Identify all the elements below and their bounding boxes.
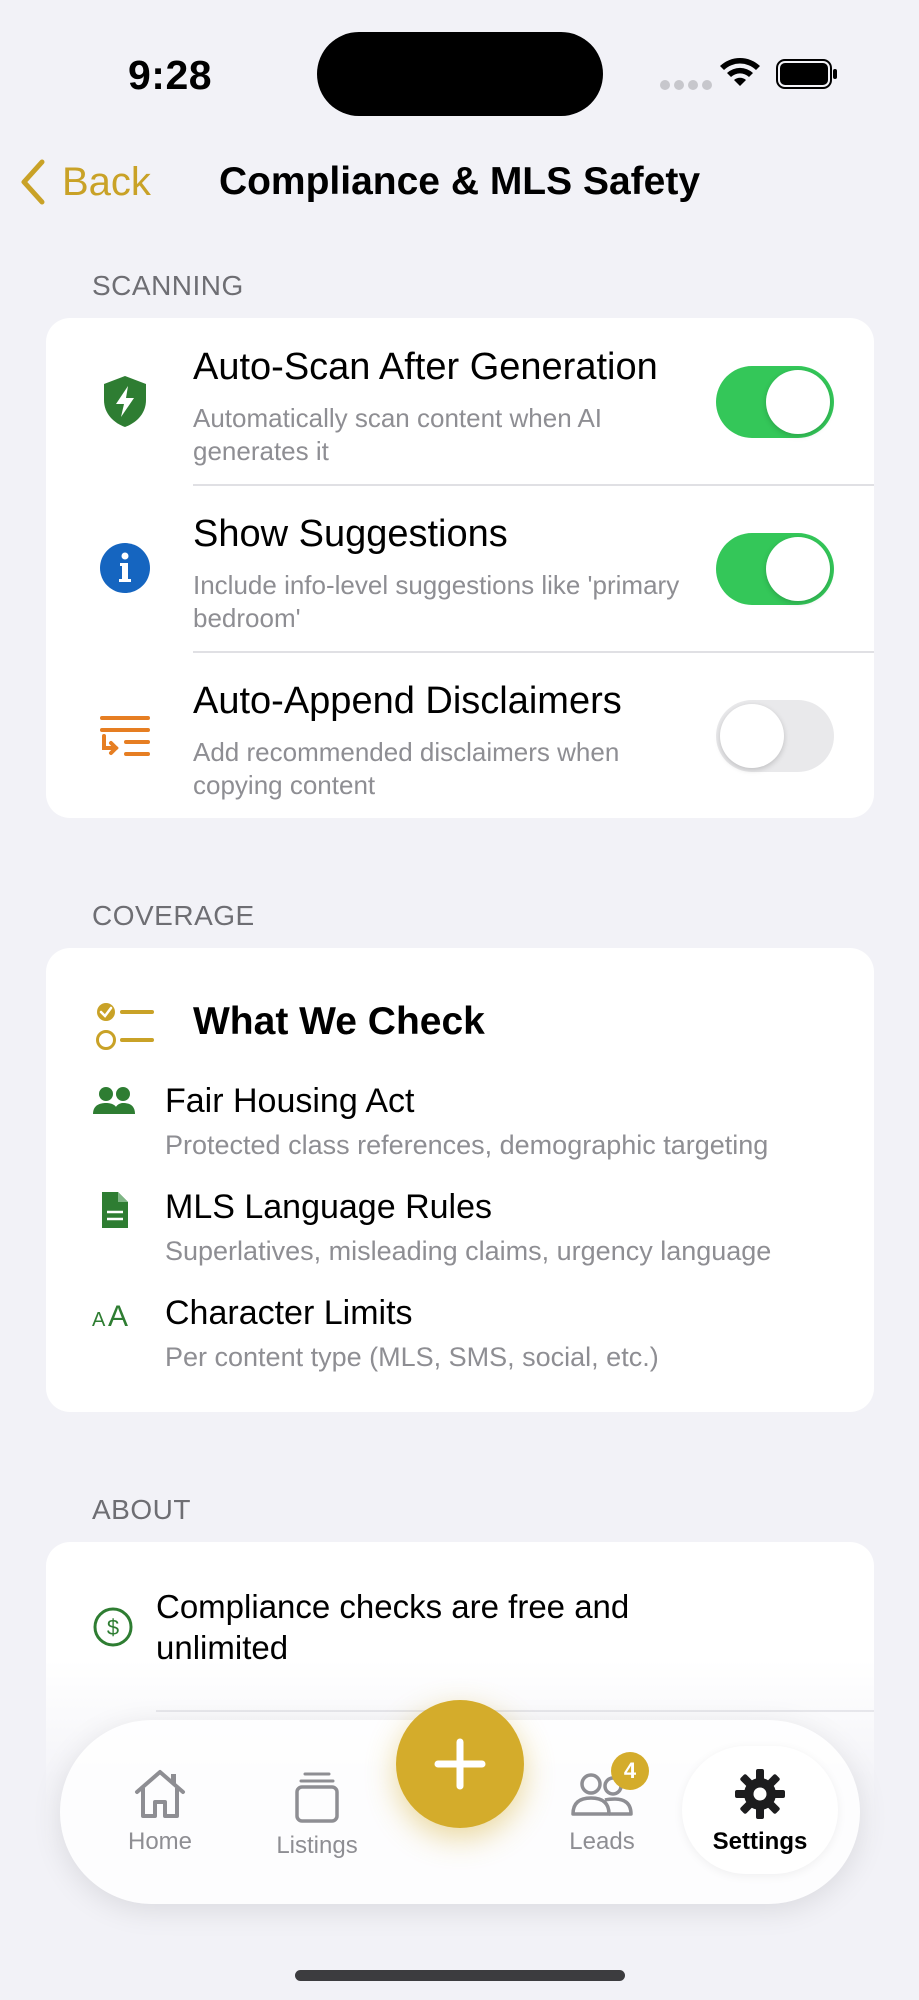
tab-label: Home: [127, 1828, 193, 1855]
setting-title: Show Suggestions: [193, 513, 508, 555]
section-label-coverage: COVERAGE: [92, 900, 255, 931]
setting-title: Auto-Scan After Generation: [193, 346, 658, 388]
home-indicator: [295, 1970, 625, 1981]
stack-icon: [295, 1772, 339, 1823]
svg-text:A: A: [92, 1309, 106, 1331]
checklist-icon: [96, 1003, 154, 1050]
coverage-item-subtitle: Protected class references, demographic …: [165, 1130, 769, 1160]
coverage-heading: What We Check: [193, 1000, 485, 1043]
coverage-card: What We Check Fair Housing Act Protected…: [46, 948, 874, 1412]
dollar-circle-icon: $: [93, 1607, 133, 1647]
status-time: 9:28: [128, 52, 213, 98]
text-size-icon: A A: [92, 1300, 128, 1333]
tab-label: Settings: [712, 1828, 808, 1855]
scanning-card: Auto-Scan After Generation Automatically…: [46, 318, 874, 818]
setting-row-show-suggestions: Show Suggestions Include info-level sugg…: [46, 485, 874, 652]
toggle-knob: [766, 370, 830, 434]
coverage-item-fair-housing: Fair Housing Act Protected class referen…: [46, 1078, 874, 1178]
create-button[interactable]: [396, 1700, 524, 1828]
coverage-item-title: Character Limits: [165, 1294, 413, 1332]
plus-icon: [434, 1738, 486, 1790]
setting-row-auto-append: Auto-Append Disclaimers Add recommended …: [46, 652, 874, 819]
status-bar: 9:28: [0, 0, 919, 150]
wifi-icon: [720, 58, 760, 86]
show-suggestions-toggle[interactable]: [716, 533, 834, 605]
tab-home[interactable]: Home: [90, 1768, 230, 1856]
people-icon: [93, 1087, 135, 1114]
gear-icon: [735, 1769, 785, 1819]
about-text: Compliance checks are free and unlimited: [156, 1588, 630, 1666]
section-label-scanning: SCANNING: [92, 270, 244, 301]
coverage-item-subtitle: Superlatives, misleading claims, urgency…: [165, 1236, 772, 1266]
coverage-item-character-limits: A A Character Limits Per content type (M…: [46, 1290, 874, 1390]
coverage-item-subtitle: Per content type (MLS, SMS, social, etc.…: [165, 1342, 659, 1372]
setting-subtitle: Automatically scan content when AI gener…: [193, 403, 603, 466]
coverage-item-title: MLS Language Rules: [165, 1188, 493, 1226]
coverage-item-title: Fair Housing Act: [165, 1082, 415, 1120]
setting-row-auto-scan: Auto-Scan After Generation Automatically…: [46, 318, 874, 485]
svg-text:A: A: [108, 1300, 128, 1333]
tab-listings[interactable]: Listings: [247, 1770, 387, 1860]
tab-leads[interactable]: Leads: [532, 1768, 672, 1856]
info-icon: [100, 543, 150, 593]
text-append-icon: [100, 716, 150, 756]
tab-label: Listings: [276, 1832, 358, 1859]
cellular-signal-icon: [660, 80, 712, 90]
setting-title: Auto-Append Disclaimers: [193, 680, 622, 722]
dynamic-island: [317, 32, 603, 116]
auto-append-toggle[interactable]: [716, 700, 834, 772]
setting-subtitle: Include info-level suggestions like 'pri…: [193, 570, 680, 633]
setting-subtitle: Add recommended disclaimers when copying…: [193, 737, 620, 800]
navigation-bar: Back Compliance & MLS Safety: [0, 150, 919, 230]
tab-label: Leads: [569, 1828, 635, 1855]
tab-settings[interactable]: Settings: [682, 1746, 838, 1874]
toggle-knob: [720, 704, 784, 768]
battery-icon: [776, 59, 837, 89]
shield-bolt-icon: [104, 376, 146, 427]
house-icon: [135, 1770, 185, 1818]
document-icon: [102, 1192, 128, 1228]
section-label-about: ABOUT: [92, 1494, 191, 1525]
page-title: Compliance & MLS Safety: [218, 160, 701, 203]
leads-badge: 4: [611, 1752, 649, 1790]
toggle-knob: [766, 537, 830, 601]
auto-scan-toggle[interactable]: [716, 366, 834, 438]
coverage-item-mls-rules: MLS Language Rules Superlatives, mislead…: [46, 1184, 874, 1284]
svg-text:$: $: [107, 1615, 119, 1640]
